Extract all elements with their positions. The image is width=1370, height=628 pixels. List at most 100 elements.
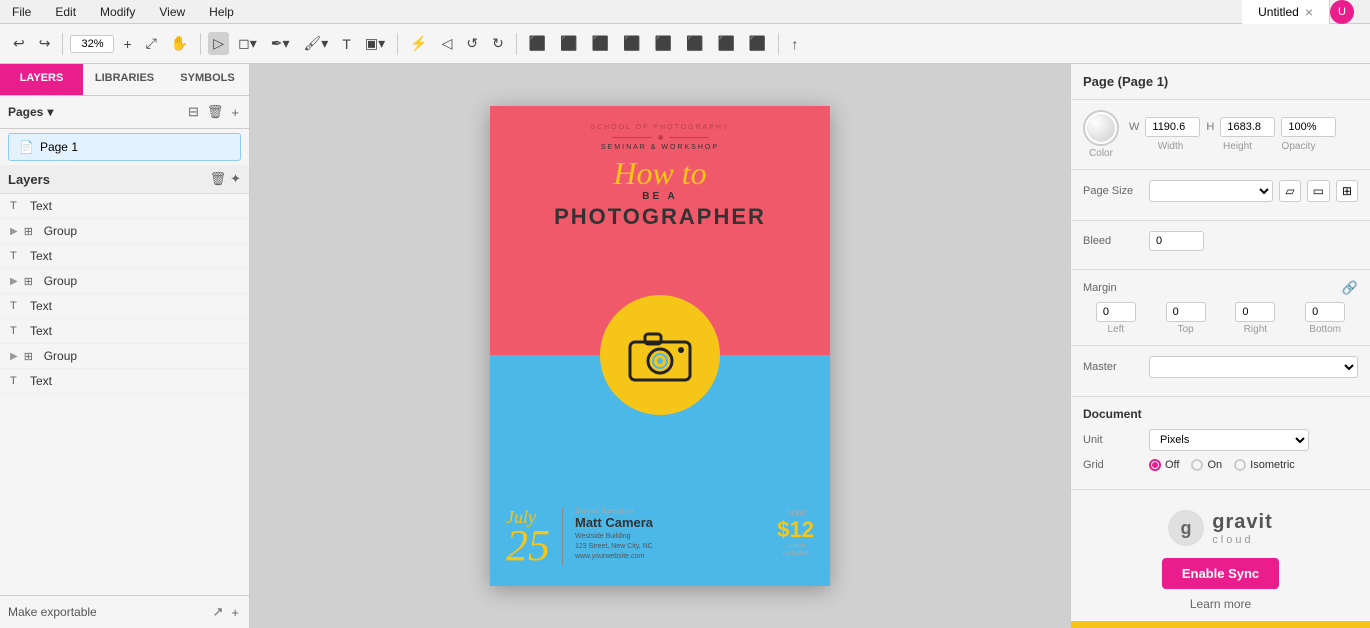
layers-list: T Text ▶ ⊞ Group T Text ▶ ⊞ Group T Text — [0, 194, 249, 595]
layers-add-button[interactable]: ✦ — [230, 171, 241, 187]
grid-isometric-radio[interactable] — [1234, 459, 1246, 471]
pages-add-button[interactable]: + — [229, 102, 241, 122]
poster-ticket-price: $12 — [777, 517, 814, 543]
menu-edit[interactable]: Edit — [51, 3, 80, 21]
page-size-custom-btn[interactable]: ⊞ — [1336, 180, 1358, 202]
shape-tool[interactable]: ◻▾ — [233, 32, 262, 55]
layer-item-group-1[interactable]: ▶ ⊞ Group — [0, 219, 249, 244]
menu-help[interactable]: Help — [205, 3, 238, 21]
select-tool[interactable]: ▷ — [208, 32, 229, 55]
undo-button[interactable]: ↩ — [8, 32, 30, 55]
poster-details: Guest Speaker Matt Camera Westside Build… — [575, 508, 769, 561]
gravit-name: gravit — [1212, 511, 1272, 534]
export-add-button[interactable]: + — [229, 602, 241, 622]
layers-title: Layers — [8, 172, 50, 187]
align-btn-3[interactable]: ⬛ — [587, 32, 614, 55]
pages-chevron-icon: ▾ — [47, 105, 53, 119]
layer-item-group-3[interactable]: ▶ ⊞ Group — [0, 344, 249, 369]
grid-on-option[interactable]: On — [1191, 459, 1222, 471]
learn-more-button[interactable]: Learn more — [1190, 597, 1251, 611]
tab-symbols[interactable]: SYMBOLS — [166, 64, 249, 95]
document-section: Document Unit Pixels Points Millimeters … — [1071, 397, 1370, 490]
height-input[interactable] — [1220, 117, 1275, 137]
menubar: File Edit Modify View Help Untitled × U — [0, 0, 1370, 24]
tab-libraries[interactable]: LIBRARIES — [83, 64, 166, 95]
color-label: Color — [1089, 148, 1113, 159]
trial-bar: Trial: 15 days left BUY NOW — [1071, 621, 1370, 628]
margin-section: Margin 🔗 Left Top Right Bottom — [1071, 270, 1370, 346]
pages-label[interactable]: Pages ▾ — [8, 105, 53, 119]
user-avatar[interactable]: U — [1330, 0, 1354, 24]
pan-button[interactable]: ✋ — [166, 32, 193, 55]
margin-right-label: Right — [1244, 324, 1267, 335]
zoom-extend-button[interactable]: ⤢ — [141, 32, 162, 55]
layer-item-text-5[interactable]: T Text — [0, 369, 249, 394]
make-exportable-label: Make exportable — [8, 605, 97, 619]
margin-left-input[interactable] — [1096, 302, 1136, 322]
layers-delete-button[interactable]: 🗑 — [210, 171, 227, 187]
color-picker[interactable] — [1083, 110, 1119, 146]
redo-button[interactable]: ↪ — [34, 32, 56, 55]
margin-left-label: Left — [1108, 324, 1125, 335]
text-tool[interactable]: T — [337, 33, 356, 55]
export-button[interactable]: ↑ — [786, 33, 803, 55]
bleed-input[interactable] — [1149, 231, 1204, 251]
rotate-ccw-button[interactable]: ↺ — [461, 32, 483, 55]
page-size-landscape-btn[interactable]: ▭ — [1307, 180, 1330, 202]
right-panel-title: Page (Page 1) — [1071, 64, 1370, 100]
pages-delete-button[interactable]: 🗑 — [205, 102, 226, 122]
path-tool-2[interactable]: ◁ — [437, 32, 458, 55]
page-icon: 📄 — [19, 140, 34, 154]
menu-file[interactable]: File — [8, 3, 35, 21]
pages-toggle-button[interactable]: ⊟ — [186, 102, 201, 122]
toolbar-sep-5 — [778, 33, 779, 55]
margin-link-button[interactable]: 🔗 — [1342, 280, 1358, 296]
layer-item-text-4[interactable]: T Text — [0, 319, 249, 344]
margin-right-input[interactable] — [1235, 302, 1275, 322]
zoom-fit-button[interactable]: + — [118, 33, 136, 55]
page-size-portrait-btn[interactable]: ▱ — [1279, 180, 1300, 202]
paint-tool[interactable]: 🖌▾ — [299, 32, 334, 55]
color-inner — [1087, 114, 1115, 142]
width-input[interactable] — [1145, 117, 1200, 137]
text-layer-icon-4: T — [10, 325, 24, 337]
unit-select[interactable]: Pixels Points Millimeters Inches — [1149, 429, 1309, 451]
layer-item-text-2[interactable]: T Text — [0, 244, 249, 269]
page-size-select[interactable] — [1149, 180, 1273, 202]
align-btn-2[interactable]: ⬛ — [555, 32, 582, 55]
align-btn-6[interactable]: ⬛ — [681, 32, 708, 55]
group-expand-icon-2: ▶ — [10, 276, 18, 287]
toolbar-sep-1 — [62, 33, 63, 55]
page-item-1[interactable]: 📄 Page 1 — [8, 133, 241, 161]
grid-radio-group: Off On Isometric — [1149, 459, 1295, 471]
pen-tool[interactable]: ✒▾ — [266, 32, 295, 55]
opacity-input[interactable] — [1281, 117, 1336, 137]
margin-top-input[interactable] — [1166, 302, 1206, 322]
align-btn-8[interactable]: ⬛ — [744, 32, 771, 55]
menu-modify[interactable]: Modify — [96, 3, 139, 21]
path-tool-1[interactable]: ⚡ — [405, 32, 432, 55]
margin-bottom-input[interactable] — [1305, 302, 1345, 322]
layer-item-text-3[interactable]: T Text — [0, 294, 249, 319]
grid-off-radio[interactable] — [1149, 459, 1161, 471]
master-section: Master — [1071, 346, 1370, 397]
grid-isometric-option[interactable]: Isometric — [1234, 459, 1295, 471]
rotate-cw-button[interactable]: ↻ — [487, 32, 509, 55]
grid-off-option[interactable]: Off — [1149, 459, 1179, 471]
align-btn-5[interactable]: ⬛ — [650, 32, 677, 55]
export-item-button[interactable]: ↗ — [211, 602, 226, 622]
image-tool[interactable]: ▣▾ — [360, 32, 390, 55]
layer-item-group-2[interactable]: ▶ ⊞ Group — [0, 269, 249, 294]
tab-layers[interactable]: LAYERS — [0, 64, 83, 95]
layer-item-text-1[interactable]: T Text — [0, 194, 249, 219]
align-btn-4[interactable]: ⬛ — [618, 32, 645, 55]
tab-close-icon[interactable]: × — [1305, 4, 1313, 20]
menu-view[interactable]: View — [155, 3, 189, 21]
enable-sync-button[interactable]: Enable Sync — [1162, 558, 1279, 589]
master-select[interactable] — [1149, 356, 1358, 378]
tab-untitled[interactable]: Untitled × — [1242, 0, 1330, 24]
grid-on-radio[interactable] — [1191, 459, 1203, 471]
align-btn-7[interactable]: ⬛ — [712, 32, 739, 55]
align-btn-1[interactable]: ⬛ — [524, 32, 551, 55]
unit-row: Unit Pixels Points Millimeters Inches — [1083, 429, 1358, 451]
